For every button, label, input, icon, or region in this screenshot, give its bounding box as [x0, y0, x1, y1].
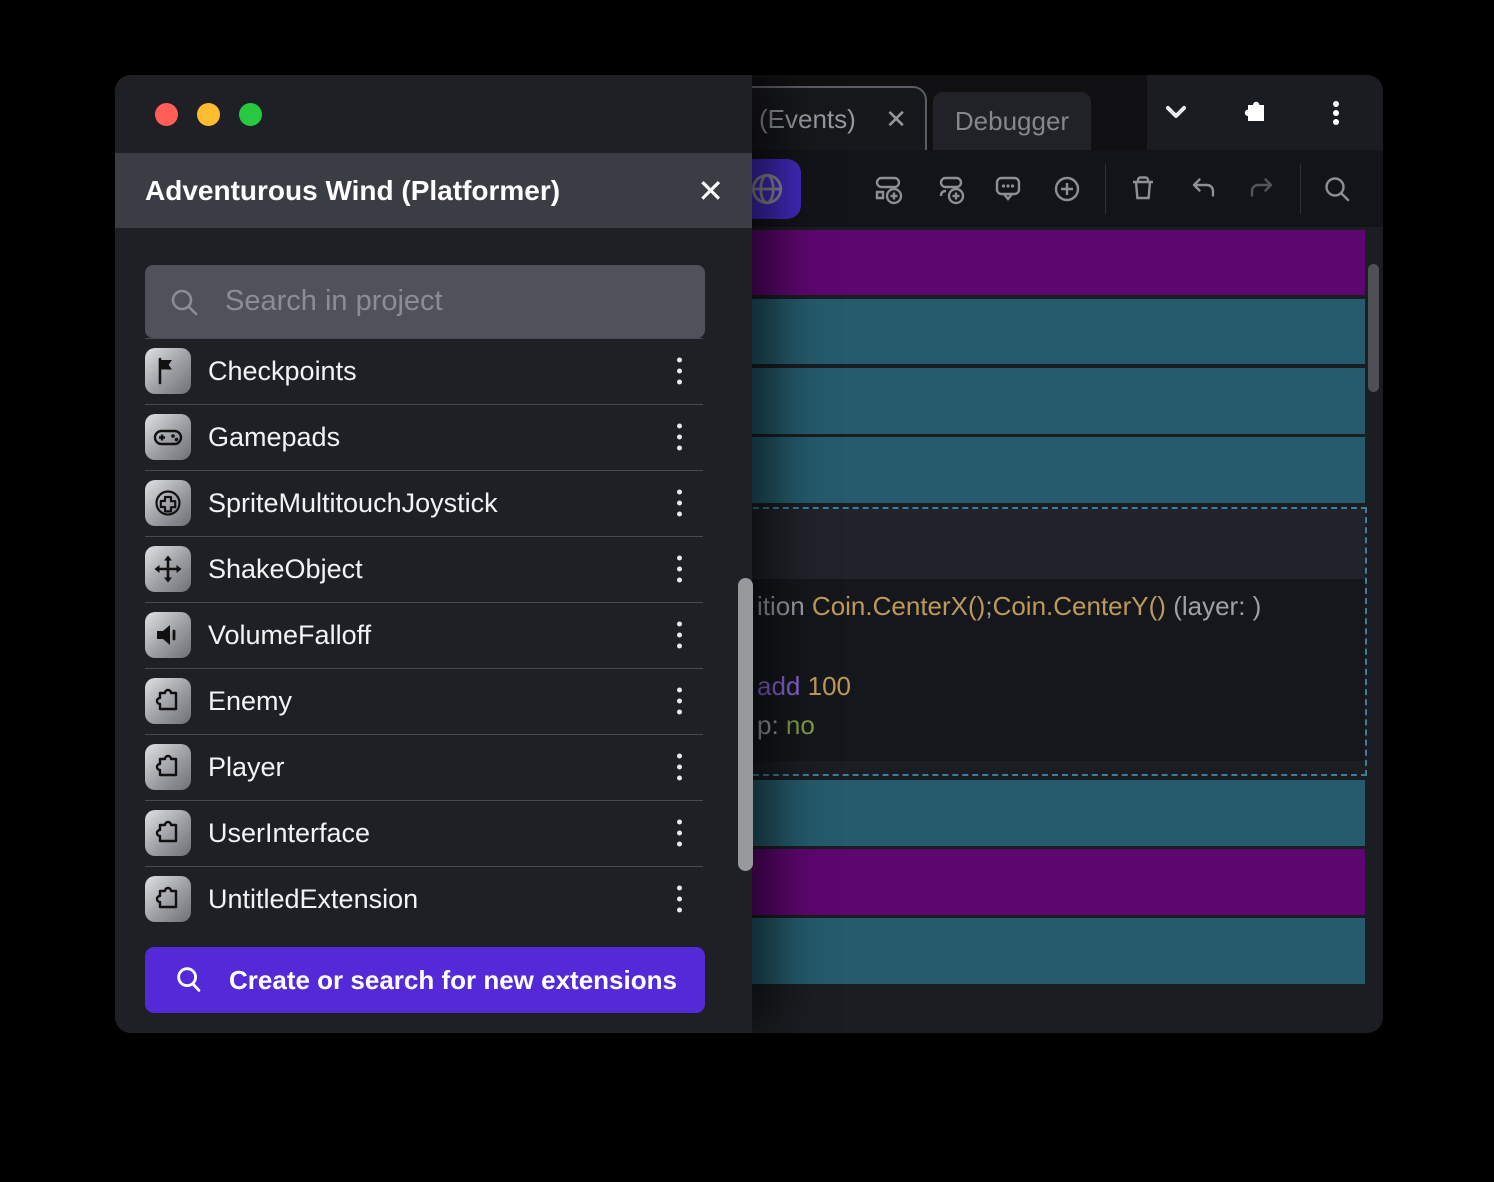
zoom-window-button[interactable] — [239, 103, 262, 126]
tab-debugger-label: Debugger — [954, 105, 1070, 136]
action-line-loop: p: no — [757, 710, 815, 740]
speaker-icon — [145, 612, 191, 658]
chevron-down-icon[interactable] — [1159, 96, 1193, 130]
toolbar-separator — [1300, 164, 1301, 214]
puzzle-icon — [145, 678, 191, 724]
undo-button[interactable] — [1185, 171, 1221, 207]
events-scrollbar[interactable] — [1368, 264, 1379, 392]
puzzle-icon — [145, 744, 191, 790]
toolbar-search-button[interactable] — [1319, 171, 1355, 207]
item-menu-button[interactable] — [671, 814, 688, 853]
flag-icon — [145, 348, 191, 394]
list-item-shakeobject[interactable]: ShakeObject — [115, 536, 752, 602]
list-item-joystick[interactable]: SpriteMultitouchJoystick — [115, 470, 752, 536]
create-extension-label: Create or search for new extensions — [229, 964, 677, 995]
close-window-button[interactable] — [155, 103, 178, 126]
add-event-button[interactable] — [870, 171, 906, 207]
search-icon — [177, 967, 201, 992]
joystick-icon — [145, 480, 191, 526]
search-icon — [171, 289, 198, 315]
action-line-position: ition Coin.CenterX();Coin.CenterY() (lay… — [757, 591, 1262, 621]
action-line-add: add 100 — [757, 671, 851, 701]
search-input[interactable] — [223, 284, 687, 319]
kebab-menu-icon[interactable] — [1319, 96, 1353, 130]
close-icon[interactable]: ✕ — [697, 175, 724, 207]
page-title: Adventurous Wind (Platformer) — [145, 174, 561, 206]
traffic-lights — [155, 103, 262, 126]
titlebar-actions — [1147, 75, 1383, 150]
delete-trash-button[interactable] — [1125, 171, 1161, 207]
add-comment-button[interactable] — [990, 171, 1026, 207]
modal-scrollbar[interactable] — [738, 578, 753, 871]
desktop: (Events) ✕ Debugger ition Coin.CenterX()… — [0, 0, 1494, 1182]
item-menu-button[interactable] — [671, 682, 688, 721]
list-item-userinterface[interactable]: UserInterface — [115, 800, 752, 866]
list-item-checkpoints[interactable]: Checkpoints — [115, 338, 752, 404]
puzzle-icon — [145, 876, 191, 922]
item-menu-button[interactable] — [671, 418, 688, 457]
list-item-gamepads[interactable]: Gamepads — [115, 404, 752, 470]
extensions-modal: Adventurous Wind (Platformer) ✕ Checkpoi… — [115, 75, 753, 1033]
puzzle-icon — [145, 810, 191, 856]
list-item-untitledextension[interactable]: UntitledExtension — [115, 866, 752, 932]
redo-button[interactable] — [1244, 171, 1280, 207]
list-item-enemy[interactable]: Enemy — [115, 668, 752, 734]
tab-events-label: (Events) — [759, 103, 856, 134]
list-item-player[interactable]: Player — [115, 734, 752, 800]
project-search[interactable] — [145, 265, 705, 338]
modal-header: Adventurous Wind (Platformer) ✕ — [115, 153, 752, 228]
app-window: (Events) ✕ Debugger ition Coin.CenterX()… — [115, 75, 1383, 1033]
globe-icon — [751, 173, 783, 205]
item-menu-button[interactable] — [671, 352, 688, 391]
extension-list: Checkpoints Gamepads SpriteMultitouchJoy… — [115, 338, 752, 932]
item-menu-button[interactable] — [671, 880, 688, 919]
list-item-volumefalloff[interactable]: VolumeFalloff — [115, 602, 752, 668]
item-menu-button[interactable] — [671, 748, 688, 787]
move-arrows-icon — [145, 546, 191, 592]
add-subevent-button[interactable] — [932, 171, 968, 207]
tab-debugger[interactable]: Debugger — [933, 92, 1091, 150]
tab-events[interactable]: (Events) ✕ — [725, 86, 927, 150]
item-menu-button[interactable] — [671, 484, 688, 523]
minimize-window-button[interactable] — [197, 103, 220, 126]
item-menu-button[interactable] — [671, 550, 688, 589]
create-extension-button[interactable]: Create or search for new extensions — [145, 947, 705, 1013]
extensions-puzzle-icon[interactable] — [1239, 96, 1273, 130]
toolbar-separator — [1105, 164, 1106, 214]
add-circle-button[interactable] — [1049, 171, 1085, 207]
tab-close-icon[interactable]: ✕ — [885, 106, 907, 132]
gamepad-icon — [145, 414, 191, 460]
item-menu-button[interactable] — [671, 616, 688, 655]
